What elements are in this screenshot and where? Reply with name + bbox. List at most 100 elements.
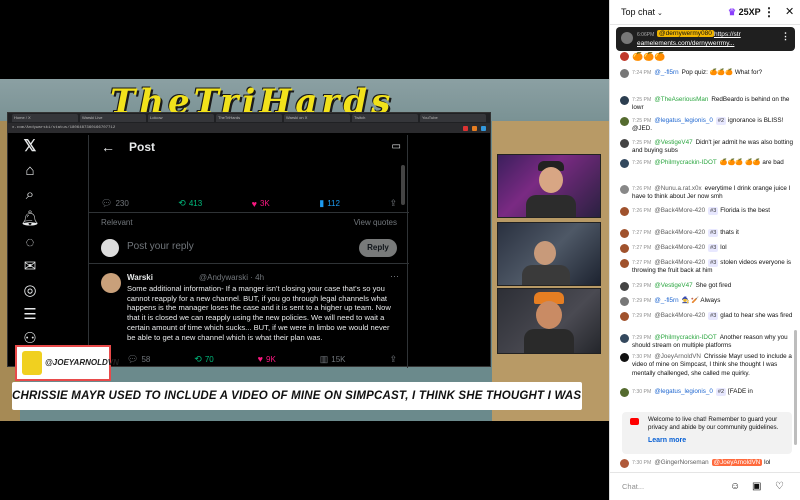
chat-message-list[interactable]: 🍊🍊🍊 7:24 PM @_-fl5rn Pop quiz: 🍊🍊🍊 What fo… — [610, 52, 800, 470]
message-author[interactable]: @JoeyArnoldVN — [654, 353, 701, 360]
chat-message: 7:30 PM @GingerNorseman @JoeyArnoldVN lol — [610, 459, 798, 468]
crown-icon: ♛ — [728, 7, 737, 17]
member-badge: #3 — [708, 207, 719, 216]
learn-more-link[interactable]: Learn more — [648, 437, 686, 444]
repost-count: ⟲ 413 — [178, 198, 202, 209]
messages-icon: ✉ — [23, 258, 37, 275]
message-author[interactable]: @Philmycrackin-IDOT — [654, 159, 716, 166]
super-chat-icon[interactable]: ▣ — [752, 481, 761, 492]
xp-badge[interactable]: ♛ 25XP — [728, 7, 761, 18]
message-author[interactable]: @_-fl5rn — [654, 69, 678, 76]
pinned-link[interactable]: https://str — [714, 31, 774, 39]
reply-tweet: Warski @Andywarski · 4h ⋯ Some additiona… — [89, 270, 409, 368]
reply-count-value: 58 — [141, 354, 151, 364]
message-author[interactable]: @Back4More-420 — [654, 244, 705, 251]
reply-count-value: 230 — [115, 199, 129, 208]
chat-message: 7:29 PM @Back4More-420 #3 glad to hear she … — [610, 312, 798, 321]
member-badge: #3 — [708, 229, 719, 238]
communities-icon: ◎ — [23, 282, 37, 299]
browser-tab: YouTube — [420, 114, 486, 122]
avatar — [620, 139, 629, 148]
message-author[interactable]: @TheAseriousMan — [654, 96, 708, 103]
message-time: 7:29 PM — [632, 313, 652, 319]
more-options-icon[interactable]: ⋮ — [781, 31, 790, 42]
message-author[interactable]: @legatus_legionis_0 — [654, 117, 713, 124]
username-badge: @JOEYARNOLDVN — [15, 345, 119, 381]
reply-icon: 💬︎ — [127, 353, 139, 364]
repost-count-value: 70 — [204, 354, 214, 364]
avatar — [620, 69, 629, 78]
message-text: [FADE in — [728, 388, 753, 395]
chat-input-row: Chat... ☺ ▣ ♡ — [610, 472, 800, 500]
browser-address-bar: x.com/Andywarski/status/1806487360166707… — [8, 123, 490, 133]
more-options-icon[interactable]: ⋮ — [763, 5, 775, 19]
member-badge: #3 — [708, 259, 719, 268]
video-player[interactable]: TheTriHards Home / X Warski Live Lolcow … — [0, 0, 609, 500]
chat-message: 🍊🍊🍊 — [610, 52, 798, 62]
member-badge: #3 — [708, 312, 719, 321]
close-icon[interactable]: ✕ — [785, 5, 794, 18]
pinned-link[interactable]: eamelements.com/dernywerrmy... — [637, 40, 734, 47]
message-time: 7:26 PM — [632, 208, 652, 214]
chat-message: 7:27 PM @Back4More-420 #3 thats it — [610, 229, 798, 238]
message-time: 7:27 PM — [632, 245, 652, 251]
share-icon: ⇪ — [389, 353, 397, 364]
pinned-username: @dernywermy080 — [657, 30, 714, 37]
message-author[interactable]: @VestigeV47 — [654, 282, 692, 289]
message-author[interactable]: @Nunu.a.rat.x0x — [654, 185, 701, 192]
message-text: Pop quiz: 🍊🍊🍊 What for? — [681, 69, 763, 76]
youtube-icon — [630, 418, 639, 425]
share-icon: ⇪ — [389, 198, 397, 208]
message-time: 7:30 PM — [632, 460, 652, 466]
bookmark-icon: ▮ — [319, 198, 325, 208]
emoji-icon[interactable]: ☺ — [730, 481, 740, 492]
shirt — [522, 265, 570, 285]
mention-tag[interactable]: @JoeyArnoldVN — [711, 459, 763, 466]
tweet-body: Some additional information- If a manger… — [127, 284, 391, 342]
message-text: lol — [720, 244, 727, 251]
extension-icon — [463, 125, 468, 131]
reply-count: 💬︎ 230 — [101, 198, 129, 209]
chat-message: 7:26 PM @Nunu.a.rat.x0x everytime I drink … — [610, 185, 798, 202]
browser-tab: Twitch — [352, 114, 418, 122]
reply-input: Post your reply — [127, 241, 194, 252]
avatar — [620, 96, 629, 105]
chat-input[interactable]: Chat... — [618, 479, 728, 495]
notifications-icon: 🔔︎ — [20, 210, 40, 227]
x-logo-icon: 𝕏 — [23, 138, 37, 155]
message-time: 7:30 PM — [632, 389, 652, 395]
message-author[interactable]: @GingerNorseman — [654, 459, 708, 466]
avatar — [620, 312, 629, 321]
welcome-notice: Welcome to live chat! Remember to guard … — [622, 412, 792, 454]
chat-mode-label: Top chat — [621, 7, 656, 17]
repost-icon: ⟲ — [194, 353, 202, 364]
message-author[interactable]: @Philmycrackin-IDOT — [654, 334, 716, 341]
message-author[interactable]: @_-fl5rn — [654, 297, 678, 304]
post-stats: 💬︎ 230 ⟲ 413 ♥ 3K ▮ 112 ⇪ — [89, 195, 409, 213]
repost-count-value: 413 — [188, 199, 203, 208]
message-text: Florida is the best — [720, 207, 770, 214]
avatar — [620, 117, 629, 126]
message-author[interactable]: @Back4More-420 — [654, 229, 705, 236]
message-author[interactable]: @Back4More-420 — [654, 312, 705, 319]
chat-mode-dropdown[interactable]: Top chat ⌄ — [621, 7, 663, 17]
message-author[interactable]: @Back4More-420 — [654, 259, 705, 266]
avatar — [620, 459, 629, 468]
message-text: 🍊🍊🍊 🍊🍊 are bad — [719, 159, 784, 166]
message-time: 7:26 PM — [632, 186, 652, 192]
message-author[interactable]: @legatus_legionis_0 — [654, 388, 713, 395]
message-author[interactable]: @Back4More-420 — [654, 207, 705, 214]
reply-button: Reply — [359, 239, 397, 257]
chat-scrollbar[interactable] — [794, 330, 797, 445]
browser-tab: TheTriHards — [216, 114, 282, 122]
pinned-message[interactable]: 6:06PM @dernywermy080 https://str eamele… — [616, 27, 795, 51]
message-time: 7:25 PM — [632, 118, 652, 124]
heart-icon[interactable]: ♡ — [775, 481, 784, 492]
message-author[interactable]: @VestigeV47 — [654, 139, 692, 146]
extension-icon — [481, 125, 486, 131]
bookmark-count-value: 112 — [327, 199, 340, 208]
lists-icon: ☰ — [23, 306, 37, 323]
chat-message: 7:29 PM @Philmycrackin-IDOT Another reason… — [610, 334, 798, 351]
avatar — [620, 388, 629, 397]
message-text: glad to hear she was fired — [720, 312, 793, 319]
